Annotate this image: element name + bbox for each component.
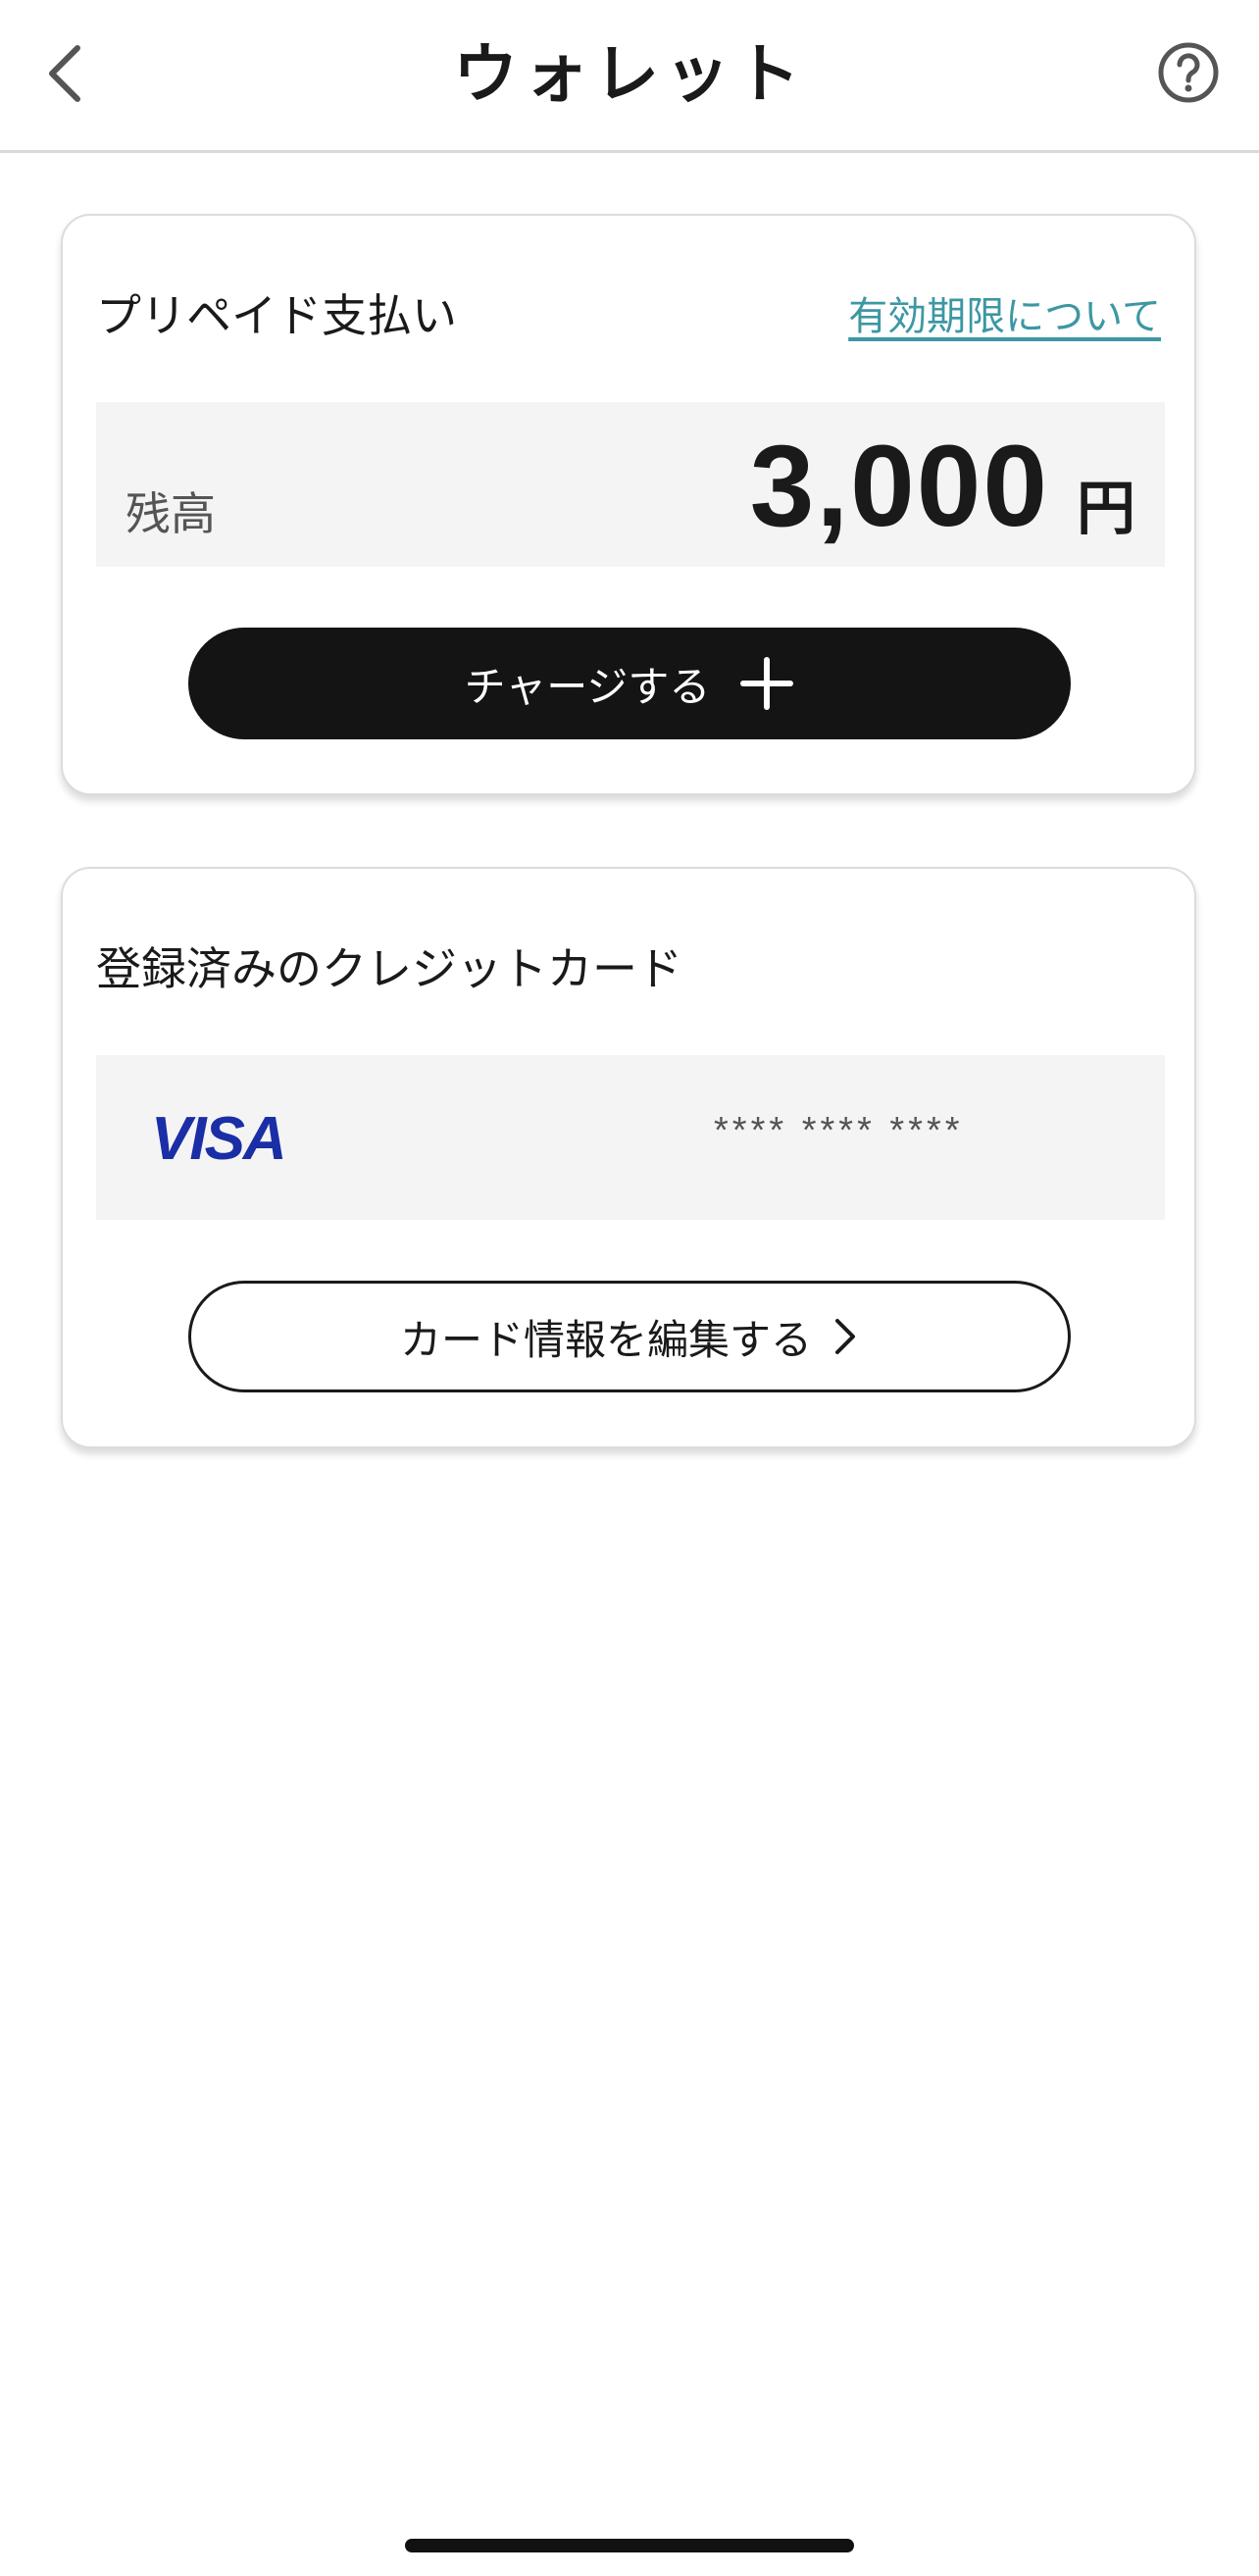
question-circle-icon: [1158, 42, 1219, 103]
help-button[interactable]: [1157, 41, 1220, 104]
expiry-info-link[interactable]: 有効期限について: [848, 284, 1161, 341]
home-indicator: [405, 2539, 854, 2552]
visa-logo: VISA: [151, 1105, 287, 1173]
credit-card-panel: 登録済みのクレジットカード VISA **** **** **** カード情報を…: [61, 867, 1196, 1448]
credit-title: 登録済みのクレジットカード: [96, 942, 682, 995]
prepaid-title: プリペイド支払い: [96, 289, 457, 342]
charge-button[interactable]: チャージする: [188, 628, 1071, 739]
masked-card-number: **** **** ****: [714, 1110, 964, 1151]
balance-unit: 円: [1077, 475, 1135, 543]
plus-icon: [740, 657, 794, 710]
balance-label: 残高: [126, 487, 216, 540]
prepaid-card: プリペイド支払い 有効期限について 残高 3,000 円 チャージする: [61, 214, 1196, 795]
balance-box: 残高 3,000 円: [96, 402, 1165, 567]
balance-amount: 3,000: [749, 422, 1049, 551]
page-title: ウォレット: [453, 36, 806, 112]
edit-card-button[interactable]: カード情報を編集する: [188, 1281, 1071, 1392]
charge-button-label: チャージする: [464, 662, 711, 711]
chevron-right-icon: [835, 1319, 855, 1354]
edit-card-button-label: カード情報を編集する: [399, 1315, 812, 1364]
app-header: ウォレット: [0, 0, 1259, 153]
registered-card-row: VISA **** **** ****: [96, 1055, 1165, 1220]
